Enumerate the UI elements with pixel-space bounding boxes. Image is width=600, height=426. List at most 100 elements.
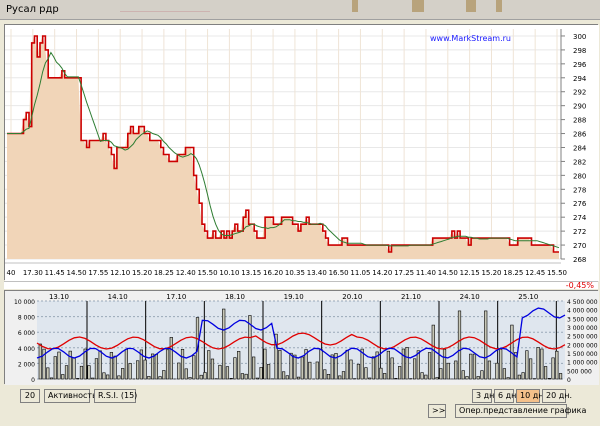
volume-bar <box>469 353 473 380</box>
x-tick-label: 13.15 <box>241 269 261 277</box>
volume-bar <box>136 360 140 380</box>
volume-bar <box>225 366 230 380</box>
right-tick-label: 1 000 000 <box>567 360 598 367</box>
y-tick-label: 290 <box>573 103 586 111</box>
volume-bar <box>143 359 147 380</box>
x-tick-label: 11.45 <box>45 269 65 277</box>
volume-bar <box>87 365 91 380</box>
x-tick-label: 14.50 <box>66 269 86 277</box>
volume-bar <box>184 368 188 380</box>
price-chart[interactable]: 300 298 296 294 292 290 288 286 284 282 280 278 276 2… <box>5 25 599 281</box>
rsi-button[interactable]: R.S.I. (15) <box>94 389 137 403</box>
x-tick-label: 18.25 <box>503 269 523 277</box>
volume-bar <box>46 367 50 380</box>
volume-bar <box>180 348 185 380</box>
volume-bar <box>162 370 166 380</box>
volume-bar <box>446 362 450 380</box>
y-tick-label: 276 <box>573 200 587 208</box>
volume-bar <box>442 348 447 380</box>
x-tick-label: 17.55 <box>88 269 108 277</box>
volume-bar <box>192 355 196 380</box>
realtime-view-button[interactable]: Опер.представление графика <box>455 404 586 418</box>
volume-bar <box>364 367 368 380</box>
right-tick-label: 4 000 000 <box>567 308 598 315</box>
y-tick-label: 274 <box>573 214 587 222</box>
volume-bar <box>76 378 80 380</box>
volume-bar <box>278 349 282 380</box>
range-10-days-button[interactable]: 10 дн. <box>516 389 546 403</box>
volume-bar <box>285 375 289 380</box>
volume-bar <box>252 356 256 380</box>
volume-bar <box>147 376 151 380</box>
date-label: 24.10 <box>460 293 480 301</box>
volume-bar <box>150 353 155 380</box>
volume-bar <box>237 351 241 380</box>
price-chart-panel[interactable]: 300 298 296 294 292 290 288 286 284 282 280 278 276 2… <box>4 24 599 281</box>
volume-bar <box>540 348 544 380</box>
volume-bar <box>401 348 405 380</box>
y-tick-label: 270 <box>573 242 586 250</box>
volume-bar <box>72 357 76 380</box>
volume-bar <box>394 378 398 380</box>
x-tick-label: 17.25 <box>394 269 414 277</box>
y-tick-label: 278 <box>573 186 586 194</box>
volume-bar <box>431 324 435 380</box>
right-tick-label: 500 000 <box>567 368 592 375</box>
right-tick-label: 4 500 000 <box>567 299 598 306</box>
right-tick-label: 2 000 000 <box>567 342 598 349</box>
volume-bar <box>57 351 61 380</box>
x-tick-label: 15.20 <box>132 269 152 277</box>
volume-bar <box>49 377 54 380</box>
background-window-fragment <box>352 0 358 12</box>
volume-bar <box>461 370 465 380</box>
range-20-days-button[interactable]: 20 дн. <box>542 389 572 403</box>
x-tick-label: 10.35 <box>285 269 305 277</box>
volume-bar <box>506 377 510 380</box>
volume-bar <box>240 373 245 380</box>
y-tick-label: 272 <box>573 228 586 236</box>
volume-bar <box>210 358 215 380</box>
indicator-chart[interactable]: 10 000 8 000 6 000 4 000 2 000 0 4 500 000 4 00… <box>5 291 599 385</box>
volume-bar <box>319 349 323 380</box>
title-bar: Русал рдр <box>0 0 600 20</box>
price-change: -0,45% <box>565 281 594 290</box>
volume-bar <box>315 361 319 380</box>
indicator-chart-panel[interactable]: 10 000 8 000 6 000 4 000 2 000 0 4 500 000 4 00… <box>4 290 599 385</box>
activity-button[interactable]: Активность <box>44 389 97 403</box>
volume-bar <box>229 378 233 380</box>
volume-bar <box>94 358 99 380</box>
right-tick-label: 0 <box>567 377 571 384</box>
volume-bar <box>293 354 297 380</box>
volume-bar <box>117 375 121 380</box>
range-6-days-button[interactable]: 6 дн. <box>494 389 519 403</box>
period-field[interactable]: 20 <box>20 389 40 403</box>
right-tick-label: 2 500 000 <box>567 334 598 341</box>
volume-bar <box>525 350 529 380</box>
volume-bar <box>203 372 207 380</box>
x-tick-label: 11.40 <box>416 269 436 277</box>
volume-bar <box>420 372 424 380</box>
volume-bar <box>128 363 132 380</box>
volume-bar <box>91 377 95 380</box>
volume-bar <box>267 364 271 380</box>
volume-bar <box>222 308 226 380</box>
x-tick-label: 16.20 <box>263 269 283 277</box>
range-3-days-button[interactable]: 3 дн. <box>472 389 497 403</box>
x-tick-label: 14.20 <box>372 269 392 277</box>
volume-bar <box>244 373 248 380</box>
left-tick-label: 0 <box>31 377 35 384</box>
volume-bar <box>102 372 106 380</box>
volume-bar <box>390 357 394 380</box>
date-label: 18.10 <box>225 293 245 301</box>
volume-bar <box>109 352 114 380</box>
watermark-url: www.MarkStream.ru <box>430 34 511 43</box>
right-tick-label: 1 500 000 <box>567 351 598 358</box>
volume-bar <box>308 361 312 380</box>
volume-bar <box>465 376 469 380</box>
volume-bar <box>38 343 42 380</box>
x-tick-label: 13.40 <box>307 269 327 277</box>
volume-bar <box>169 337 173 380</box>
volume-bar <box>113 355 117 380</box>
scroll-forward-button[interactable]: >> <box>428 404 446 418</box>
volume-bar <box>424 374 428 380</box>
